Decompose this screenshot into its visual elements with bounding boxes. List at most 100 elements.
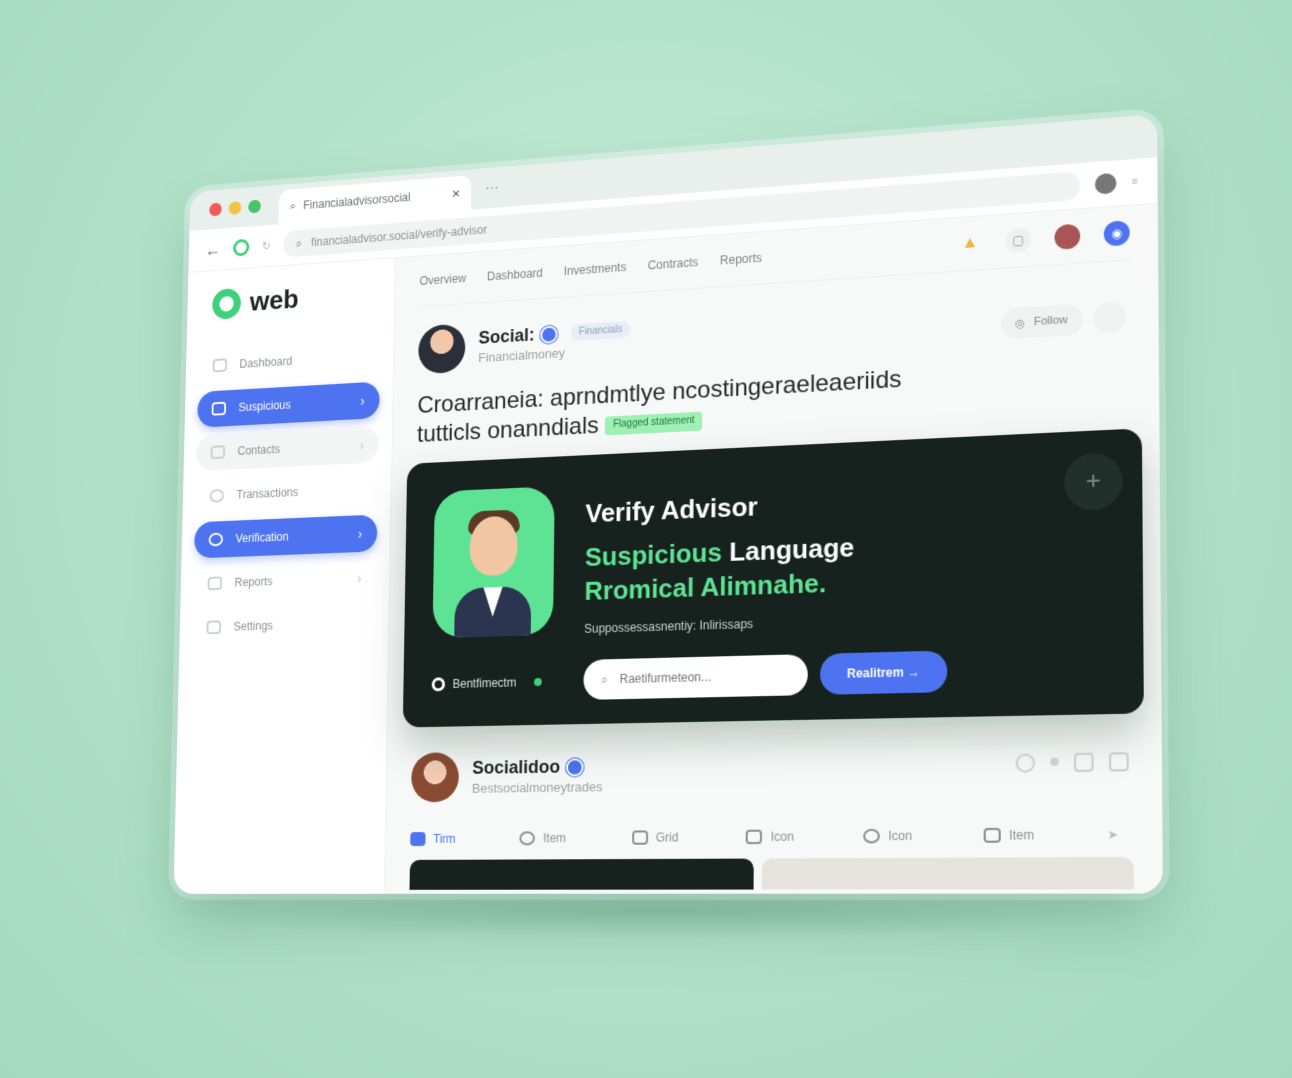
back-arrow-icon[interactable]: ← bbox=[205, 239, 221, 260]
flagged-tag[interactable]: Flagged statement bbox=[605, 412, 703, 436]
dashboard-icon bbox=[212, 358, 228, 373]
author-avatar[interactable] bbox=[410, 752, 460, 803]
tab-grid[interactable]: Grid bbox=[631, 830, 679, 845]
menu-icon[interactable]: ≡ bbox=[1132, 176, 1138, 188]
contacts-icon bbox=[210, 445, 226, 460]
settings-icon bbox=[206, 620, 222, 635]
status-ring-icon bbox=[431, 677, 446, 692]
sidebar-item-label: Suspicious bbox=[238, 398, 291, 415]
card-headline-2: Rromical Alimnahe. bbox=[584, 567, 827, 606]
verification-icon bbox=[208, 532, 224, 547]
tab-label: Grid bbox=[655, 830, 679, 845]
maximize-window-button[interactable] bbox=[248, 199, 261, 214]
online-indicator-icon bbox=[533, 677, 542, 687]
chevron-right-icon: › bbox=[357, 525, 363, 542]
tab-label: Icon bbox=[770, 829, 794, 845]
sidebar-item-dashboard[interactable]: Dashboard bbox=[198, 337, 381, 384]
tab-label: Item bbox=[543, 831, 567, 846]
brand-name: web bbox=[249, 283, 300, 317]
more-options-button[interactable] bbox=[1093, 301, 1127, 335]
settings-icon[interactable]: ◉ bbox=[1103, 220, 1130, 247]
verify-cta-button[interactable]: Realitrem → bbox=[820, 650, 948, 695]
verified-badge-icon bbox=[565, 757, 584, 777]
alert-icon bbox=[211, 401, 227, 416]
chevron-right-icon: › bbox=[359, 437, 365, 453]
brand[interactable]: web bbox=[212, 278, 382, 320]
sidebar-item-label: Dashboard bbox=[239, 354, 293, 371]
sidebar-item-label: Settings bbox=[233, 618, 274, 634]
follow-button[interactable]: ◎ Follow bbox=[1000, 303, 1083, 340]
follow-icon: ◎ bbox=[1015, 316, 1026, 330]
sidebar-item-label: Reports bbox=[234, 574, 273, 590]
tab-chat[interactable]: Item bbox=[519, 831, 567, 846]
sidebar-item-label: Contacts bbox=[237, 442, 281, 458]
card-title: Verify Advisor bbox=[585, 491, 758, 529]
reports-icon bbox=[207, 576, 223, 591]
chat-icon[interactable]: ▢ bbox=[1005, 226, 1032, 254]
author-avatar[interactable] bbox=[418, 323, 466, 375]
bottom-tabs: Tirm Item Grid Icon Icon Item ➤ bbox=[410, 827, 1133, 847]
chevron-right-icon: › bbox=[357, 570, 362, 587]
minimize-window-button[interactable] bbox=[228, 200, 242, 216]
author-tag: Financials bbox=[570, 320, 631, 342]
sidebar-item-verification[interactable]: Verification › bbox=[193, 514, 378, 559]
dot-icon[interactable] bbox=[1050, 757, 1059, 766]
topnav-link-overview[interactable]: Overview bbox=[419, 271, 466, 288]
send-icon[interactable]: ➤ bbox=[1107, 827, 1118, 842]
browser-window: ⌕ Financialadvisorsocial × ··· ← ↻ ⌕ fin… bbox=[173, 114, 1163, 894]
card-status: Bentfimectm bbox=[431, 675, 542, 692]
secure-shield-icon bbox=[232, 238, 250, 257]
topnav-link-reports[interactable]: Reports bbox=[720, 251, 762, 268]
sidebar-item-contacts[interactable]: Contacts › bbox=[196, 425, 380, 472]
close-window-button[interactable] bbox=[209, 202, 222, 217]
verify-advisor-card: Verify Advisor Suspicious Language Rromi… bbox=[402, 428, 1144, 728]
chat-bubble-icon bbox=[519, 831, 536, 846]
card-subtitle: Suppossessasnentiy: Inlirissaps bbox=[584, 616, 754, 636]
author-name[interactable]: Socialidoo bbox=[472, 756, 603, 779]
advisor-avatar bbox=[432, 486, 555, 639]
advisor-search[interactable]: ⌕ bbox=[583, 654, 808, 700]
new-tab-button[interactable]: ··· bbox=[485, 179, 498, 195]
sidebar-item-reports[interactable]: Reports › bbox=[193, 559, 377, 602]
chevron-right-icon: › bbox=[360, 392, 365, 409]
profile-avatar[interactable] bbox=[1095, 172, 1117, 195]
tab-label: Tirm bbox=[432, 831, 456, 846]
tab-label: Item bbox=[1008, 827, 1035, 843]
sidebar-item-label: Verification bbox=[235, 529, 289, 546]
tab-home[interactable]: Tirm bbox=[410, 831, 456, 847]
avatar-face bbox=[469, 515, 518, 577]
card-headline-white: Language bbox=[729, 531, 855, 567]
tab-cards[interactable]: Icon bbox=[746, 829, 794, 845]
user-avatar[interactable] bbox=[1054, 223, 1081, 250]
tab-label: Icon bbox=[888, 828, 913, 844]
grid-icon bbox=[631, 830, 648, 845]
advisor-search-input[interactable] bbox=[617, 666, 790, 688]
media-thumbnail-dark[interactable] bbox=[409, 858, 754, 890]
tab-wallet[interactable]: Icon bbox=[863, 829, 912, 844]
media-thumbnail-light[interactable] bbox=[761, 856, 1135, 890]
tab-media[interactable]: Item bbox=[983, 828, 1034, 843]
bell-icon[interactable]: ▲ bbox=[957, 230, 982, 256]
bookmark-icon[interactable] bbox=[1108, 752, 1129, 772]
share-icon[interactable] bbox=[1074, 752, 1094, 773]
media-strip bbox=[409, 856, 1135, 890]
topnav-link-dashboard[interactable]: Dashboard bbox=[487, 266, 543, 283]
app-content: web Dashboard Suspicious › Contacts › Tr… bbox=[173, 203, 1163, 894]
sidebar-item-transactions[interactable]: Transactions bbox=[195, 470, 378, 515]
sidebar-item-suspicious[interactable]: Suspicious › bbox=[197, 381, 380, 428]
search-icon: ⌕ bbox=[295, 236, 303, 250]
topnav-link-investments[interactable]: Investments bbox=[564, 260, 627, 278]
close-tab-icon[interactable]: × bbox=[452, 185, 460, 202]
reload-icon[interactable]: ↻ bbox=[262, 239, 271, 253]
like-icon[interactable] bbox=[1015, 753, 1036, 773]
sidebar-item-settings[interactable]: Settings bbox=[192, 604, 376, 646]
search-icon: ⌕ bbox=[289, 198, 297, 214]
home-icon bbox=[410, 832, 426, 847]
card-icon bbox=[746, 829, 763, 845]
image-icon bbox=[983, 827, 1001, 843]
window-controls bbox=[209, 199, 261, 217]
add-icon[interactable]: + bbox=[1064, 452, 1123, 512]
status-label: Bentfimectm bbox=[452, 675, 517, 691]
topnav-link-contracts[interactable]: Contracts bbox=[648, 255, 699, 272]
